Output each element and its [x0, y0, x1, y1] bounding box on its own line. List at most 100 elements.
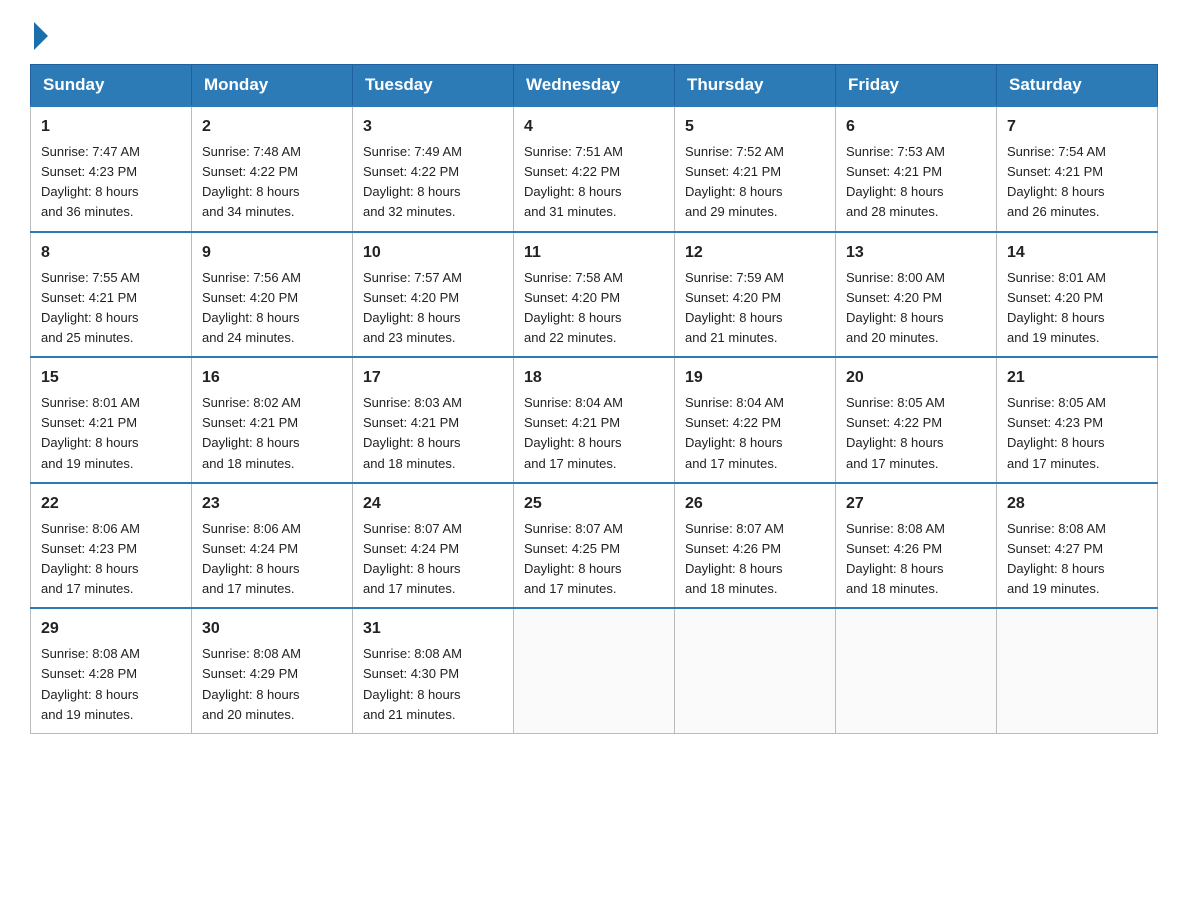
day-cell-8: 8 Sunrise: 7:55 AMSunset: 4:21 PMDaylight…: [31, 232, 192, 358]
day-cell-21: 21 Sunrise: 8:05 AMSunset: 4:23 PMDayligh…: [997, 357, 1158, 483]
day-number: 14: [1007, 241, 1147, 265]
day-info: Sunrise: 8:04 AMSunset: 4:22 PMDaylight:…: [685, 393, 825, 474]
column-header-thursday: Thursday: [675, 65, 836, 107]
day-info: Sunrise: 7:52 AMSunset: 4:21 PMDaylight:…: [685, 142, 825, 223]
week-row-4: 22 Sunrise: 8:06 AMSunset: 4:23 PMDayligh…: [31, 483, 1158, 609]
day-number: 20: [846, 366, 986, 390]
empty-cell: [675, 608, 836, 733]
day-info: Sunrise: 8:03 AMSunset: 4:21 PMDaylight:…: [363, 393, 503, 474]
day-number: 8: [41, 241, 181, 265]
day-cell-12: 12 Sunrise: 7:59 AMSunset: 4:20 PMDayligh…: [675, 232, 836, 358]
day-info: Sunrise: 7:57 AMSunset: 4:20 PMDaylight:…: [363, 268, 503, 349]
day-info: Sunrise: 8:07 AMSunset: 4:25 PMDaylight:…: [524, 519, 664, 600]
day-number: 13: [846, 241, 986, 265]
day-number: 29: [41, 617, 181, 641]
day-cell-7: 7 Sunrise: 7:54 AMSunset: 4:21 PMDaylight…: [997, 106, 1158, 232]
day-info: Sunrise: 8:08 AMSunset: 4:27 PMDaylight:…: [1007, 519, 1147, 600]
day-number: 5: [685, 115, 825, 139]
day-number: 22: [41, 492, 181, 516]
day-cell-20: 20 Sunrise: 8:05 AMSunset: 4:22 PMDayligh…: [836, 357, 997, 483]
day-cell-15: 15 Sunrise: 8:01 AMSunset: 4:21 PMDayligh…: [31, 357, 192, 483]
day-number: 24: [363, 492, 503, 516]
day-cell-29: 29 Sunrise: 8:08 AMSunset: 4:28 PMDayligh…: [31, 608, 192, 733]
day-number: 28: [1007, 492, 1147, 516]
empty-cell: [997, 608, 1158, 733]
day-info: Sunrise: 8:07 AMSunset: 4:24 PMDaylight:…: [363, 519, 503, 600]
day-number: 19: [685, 366, 825, 390]
day-info: Sunrise: 7:58 AMSunset: 4:20 PMDaylight:…: [524, 268, 664, 349]
day-cell-2: 2Sunrise: 7:48 AMSunset: 4:22 PMDaylight…: [192, 106, 353, 232]
day-cell-22: 22 Sunrise: 8:06 AMSunset: 4:23 PMDayligh…: [31, 483, 192, 609]
day-info: Sunrise: 7:47 AMSunset: 4:23 PMDaylight:…: [41, 142, 181, 223]
day-info: Sunrise: 8:04 AMSunset: 4:21 PMDaylight:…: [524, 393, 664, 474]
day-cell-30: 30 Sunrise: 8:08 AMSunset: 4:29 PMDayligh…: [192, 608, 353, 733]
logo: [30, 20, 48, 46]
day-info: Sunrise: 8:08 AMSunset: 4:29 PMDaylight:…: [202, 644, 342, 725]
day-cell-14: 14Sunrise: 8:01 AMSunset: 4:20 PMDayligh…: [997, 232, 1158, 358]
week-row-5: 29 Sunrise: 8:08 AMSunset: 4:28 PMDayligh…: [31, 608, 1158, 733]
empty-cell: [836, 608, 997, 733]
day-info: Sunrise: 8:06 AMSunset: 4:23 PMDaylight:…: [41, 519, 181, 600]
day-info: Sunrise: 7:48 AMSunset: 4:22 PMDaylight:…: [202, 142, 342, 223]
day-number: 27: [846, 492, 986, 516]
day-number: 26: [685, 492, 825, 516]
day-number: 25: [524, 492, 664, 516]
day-number: 7: [1007, 115, 1147, 139]
day-number: 30: [202, 617, 342, 641]
column-header-sunday: Sunday: [31, 65, 192, 107]
day-info: Sunrise: 7:51 AMSunset: 4:22 PMDaylight:…: [524, 142, 664, 223]
day-number: 4: [524, 115, 664, 139]
day-cell-27: 27Sunrise: 8:08 AMSunset: 4:26 PMDayligh…: [836, 483, 997, 609]
day-info: Sunrise: 8:08 AMSunset: 4:28 PMDaylight:…: [41, 644, 181, 725]
day-number: 12: [685, 241, 825, 265]
day-cell-26: 26Sunrise: 8:07 AMSunset: 4:26 PMDayligh…: [675, 483, 836, 609]
day-info: Sunrise: 7:55 AMSunset: 4:21 PMDaylight:…: [41, 268, 181, 349]
week-row-1: 1 Sunrise: 7:47 AMSunset: 4:23 PMDaylight…: [31, 106, 1158, 232]
day-cell-6: 6 Sunrise: 7:53 AMSunset: 4:21 PMDaylight…: [836, 106, 997, 232]
day-cell-11: 11 Sunrise: 7:58 AMSunset: 4:20 PMDayligh…: [514, 232, 675, 358]
day-cell-1: 1 Sunrise: 7:47 AMSunset: 4:23 PMDaylight…: [31, 106, 192, 232]
day-cell-9: 9Sunrise: 7:56 AMSunset: 4:20 PMDaylight…: [192, 232, 353, 358]
day-cell-13: 13 Sunrise: 8:00 AMSunset: 4:20 PMDayligh…: [836, 232, 997, 358]
day-info: Sunrise: 8:01 AMSunset: 4:21 PMDaylight:…: [41, 393, 181, 474]
day-number: 6: [846, 115, 986, 139]
day-cell-31: 31 Sunrise: 8:08 AMSunset: 4:30 PMDayligh…: [353, 608, 514, 733]
day-cell-5: 5 Sunrise: 7:52 AMSunset: 4:21 PMDaylight…: [675, 106, 836, 232]
day-number: 31: [363, 617, 503, 641]
week-row-3: 15 Sunrise: 8:01 AMSunset: 4:21 PMDayligh…: [31, 357, 1158, 483]
day-number: 21: [1007, 366, 1147, 390]
empty-cell: [514, 608, 675, 733]
day-info: Sunrise: 8:05 AMSunset: 4:22 PMDaylight:…: [846, 393, 986, 474]
day-number: 10: [363, 241, 503, 265]
column-header-monday: Monday: [192, 65, 353, 107]
day-cell-18: 18 Sunrise: 8:04 AMSunset: 4:21 PMDayligh…: [514, 357, 675, 483]
column-header-saturday: Saturday: [997, 65, 1158, 107]
column-header-tuesday: Tuesday: [353, 65, 514, 107]
week-row-2: 8 Sunrise: 7:55 AMSunset: 4:21 PMDaylight…: [31, 232, 1158, 358]
day-cell-10: 10 Sunrise: 7:57 AMSunset: 4:20 PMDayligh…: [353, 232, 514, 358]
day-number: 18: [524, 366, 664, 390]
day-info: Sunrise: 8:08 AMSunset: 4:30 PMDaylight:…: [363, 644, 503, 725]
day-number: 11: [524, 241, 664, 265]
day-info: Sunrise: 8:05 AMSunset: 4:23 PMDaylight:…: [1007, 393, 1147, 474]
day-info: Sunrise: 8:00 AMSunset: 4:20 PMDaylight:…: [846, 268, 986, 349]
day-cell-25: 25 Sunrise: 8:07 AMSunset: 4:25 PMDayligh…: [514, 483, 675, 609]
day-number: 15: [41, 366, 181, 390]
day-number: 17: [363, 366, 503, 390]
day-info: Sunrise: 7:54 AMSunset: 4:21 PMDaylight:…: [1007, 142, 1147, 223]
page-header: [30, 20, 1158, 46]
day-cell-19: 19 Sunrise: 8:04 AMSunset: 4:22 PMDayligh…: [675, 357, 836, 483]
day-number: 23: [202, 492, 342, 516]
day-info: Sunrise: 8:06 AMSunset: 4:24 PMDaylight:…: [202, 519, 342, 600]
day-info: Sunrise: 7:59 AMSunset: 4:20 PMDaylight:…: [685, 268, 825, 349]
day-cell-23: 23 Sunrise: 8:06 AMSunset: 4:24 PMDayligh…: [192, 483, 353, 609]
calendar-table: SundayMondayTuesdayWednesdayThursdayFrid…: [30, 64, 1158, 734]
day-number: 3: [363, 115, 503, 139]
day-number: 9: [202, 241, 342, 265]
day-info: Sunrise: 7:53 AMSunset: 4:21 PMDaylight:…: [846, 142, 986, 223]
day-number: 1: [41, 115, 181, 139]
day-cell-28: 28 Sunrise: 8:08 AMSunset: 4:27 PMDayligh…: [997, 483, 1158, 609]
day-cell-4: 4 Sunrise: 7:51 AMSunset: 4:22 PMDaylight…: [514, 106, 675, 232]
day-cell-16: 16Sunrise: 8:02 AMSunset: 4:21 PMDayligh…: [192, 357, 353, 483]
column-header-wednesday: Wednesday: [514, 65, 675, 107]
